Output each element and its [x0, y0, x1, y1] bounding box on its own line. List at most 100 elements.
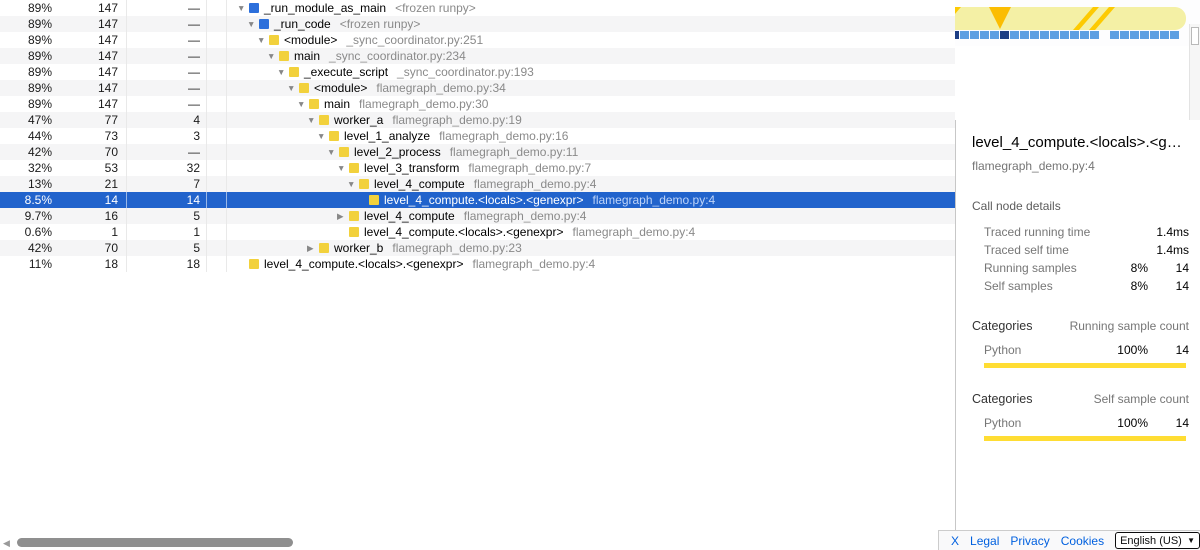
detail-label: Traced self time — [984, 241, 1069, 259]
function-origin: flamegraph_demo.py:4 — [474, 176, 597, 192]
sidebar: level_4_compute.<locals>.<genexpr> flame… — [955, 120, 1200, 530]
expand-arrow-icon[interactable]: ▶ — [337, 208, 349, 224]
categories-title: Categories — [972, 390, 1032, 408]
call-node-details: Traced running time1.4msTraced self time… — [956, 223, 1200, 295]
scrollbar-thumb[interactable] — [1191, 27, 1199, 45]
table-row[interactable]: 89%147—▼_run_code<frozen runpy> — [0, 16, 955, 32]
collapse-arrow-icon[interactable]: ▼ — [267, 48, 279, 64]
table-row[interactable]: 0.6%11level_4_compute.<locals>.<genexpr>… — [0, 224, 955, 240]
category-percent: 100% — [1098, 341, 1148, 359]
collapse-arrow-icon[interactable]: ▼ — [337, 160, 349, 176]
footer-link-privacy[interactable]: Privacy — [1010, 534, 1049, 548]
self-samples: — — [126, 96, 200, 112]
function-origin: flamegraph_demo.py:4 — [472, 256, 595, 272]
table-row[interactable]: 89%147—▼mainflamegraph_demo.py:30 — [0, 96, 955, 112]
table-row[interactable]: 9.7%165▶level_4_computeflamegraph_demo.p… — [0, 208, 955, 224]
table-row[interactable]: 89%147—▼_run_module_as_main<frozen runpy… — [0, 0, 955, 16]
function-name: level_4_compute — [374, 176, 465, 192]
sample-cell — [1110, 31, 1119, 39]
table-row[interactable]: 89%147—▼<module>_sync_coordinator.py:251 — [0, 32, 955, 48]
collapse-arrow-icon[interactable]: ▼ — [287, 80, 299, 96]
table-row[interactable]: 89%147—▼main_sync_coordinator.py:234 — [0, 48, 955, 64]
table-row[interactable]: 13%217▼level_4_computeflamegraph_demo.py… — [0, 176, 955, 192]
category-swatch — [339, 147, 349, 157]
table-row[interactable]: 44%733▼level_1_analyzeflamegraph_demo.py… — [0, 128, 955, 144]
total-samples: 147 — [52, 48, 118, 64]
scroll-left-icon[interactable]: ◀ — [3, 538, 10, 549]
total-samples: 70 — [52, 240, 118, 256]
column-separator — [126, 48, 127, 64]
table-row[interactable]: 89%147—▼_execute_script_sync_coordinator… — [0, 64, 955, 80]
function-origin: _sync_coordinator.py:234 — [329, 48, 466, 64]
self-samples: 4 — [126, 112, 200, 128]
sample-cell — [1140, 31, 1149, 39]
collapse-arrow-icon[interactable]: ▼ — [247, 16, 259, 32]
function-origin: <frozen runpy> — [395, 0, 476, 16]
table-row[interactable]: 42%705▶worker_bflamegraph_demo.py:23 — [0, 240, 955, 256]
tree-cell: ▼main_sync_coordinator.py:234 — [227, 48, 955, 64]
horizontal-scrollbar[interactable]: ◀ — [0, 536, 955, 550]
footer: X Legal Privacy Cookies English (US) ▼ — [938, 530, 1200, 550]
table-row[interactable]: 8.5%1414level_4_compute.<locals>.<genexp… — [0, 192, 955, 208]
collapse-arrow-icon[interactable]: ▼ — [237, 0, 249, 16]
collapse-arrow-icon[interactable]: ▼ — [277, 64, 289, 80]
collapse-arrow-icon[interactable]: ▼ — [257, 32, 269, 48]
footer-link-legal[interactable]: Legal — [970, 534, 999, 548]
self-samples: — — [126, 64, 200, 80]
tracks-vertical-scrollbar[interactable] — [1189, 24, 1200, 120]
table-row[interactable]: 47%774▼worker_aflamegraph_demo.py:19 — [0, 112, 955, 128]
function-origin: flamegraph_demo.py:23 — [392, 240, 521, 256]
self-samples: — — [126, 32, 200, 48]
column-separator — [206, 16, 207, 32]
collapse-arrow-icon[interactable]: ▼ — [347, 176, 359, 192]
table-row[interactable]: 42%70—▼level_2_processflamegraph_demo.py… — [0, 144, 955, 160]
collapse-arrow-icon[interactable]: ▼ — [307, 112, 319, 128]
total-samples: 147 — [52, 80, 118, 96]
collapse-arrow-icon[interactable]: ▼ — [327, 144, 339, 160]
category-swatch — [369, 195, 379, 205]
category-swatch — [329, 131, 339, 141]
function-name: <module> — [314, 80, 367, 96]
language-select[interactable]: English (US) ▼ — [1115, 532, 1200, 549]
tree-cell: ▼level_3_transformflamegraph_demo.py:7 — [227, 160, 955, 176]
tree-cell: ▼ level_4_compute flamegraph_demo.py:4 — [227, 176, 955, 192]
table-row[interactable]: 32%5332▼level_3_transformflamegraph_demo… — [0, 160, 955, 176]
sample-cell — [1070, 31, 1079, 39]
expand-arrow-icon[interactable]: ▶ — [307, 240, 319, 256]
function-origin: <frozen runpy> — [340, 16, 421, 32]
category-bar — [984, 363, 1186, 368]
function-origin: flamegraph_demo.py:11 — [450, 144, 579, 160]
total-samples: 53 — [52, 160, 118, 176]
call-tree: 89%147—▼_run_module_as_main<frozen runpy… — [0, 0, 955, 272]
column-separator — [126, 64, 127, 80]
category-swatch — [259, 19, 269, 29]
scrollbar-thumb[interactable] — [17, 538, 293, 547]
total-samples: 147 — [52, 32, 118, 48]
self-samples: 3 — [126, 128, 200, 144]
table-row[interactable]: 89%147—▼<module>flamegraph_demo.py:34 — [0, 80, 955, 96]
detail-label: Self samples — [984, 277, 1053, 295]
column-separator — [206, 80, 207, 96]
footer-link-x[interactable]: X — [951, 534, 959, 548]
function-name: level_3_transform — [364, 160, 459, 176]
function-origin: flamegraph_demo.py:34 — [376, 80, 505, 96]
table-row[interactable]: 11%1818level_4_compute.<locals>.<genexpr… — [0, 256, 955, 272]
total-samples: 21 — [52, 176, 118, 192]
column-separator — [206, 224, 207, 240]
total-samples: 147 — [52, 16, 118, 32]
category-rows: Python100%14 — [956, 414, 1200, 432]
self-samples: 7 — [126, 176, 200, 192]
profiler-app: Python – x86_64 Full Range (17ms) ⓘ Prof… — [0, 0, 1200, 550]
category-swatch — [349, 163, 359, 173]
tree-cell: ▼_run_code<frozen runpy> — [227, 16, 955, 32]
total-percent: 11% — [0, 256, 52, 272]
self-samples: 5 — [126, 240, 200, 256]
column-separator — [126, 224, 127, 240]
category-bar — [984, 436, 1186, 441]
footer-link-cookies[interactable]: Cookies — [1061, 534, 1104, 548]
collapse-arrow-icon[interactable]: ▼ — [297, 96, 309, 112]
collapse-arrow-icon[interactable]: ▼ — [317, 128, 329, 144]
total-samples: 16 — [52, 208, 118, 224]
column-separator — [126, 192, 127, 208]
self-samples: — — [126, 0, 200, 16]
